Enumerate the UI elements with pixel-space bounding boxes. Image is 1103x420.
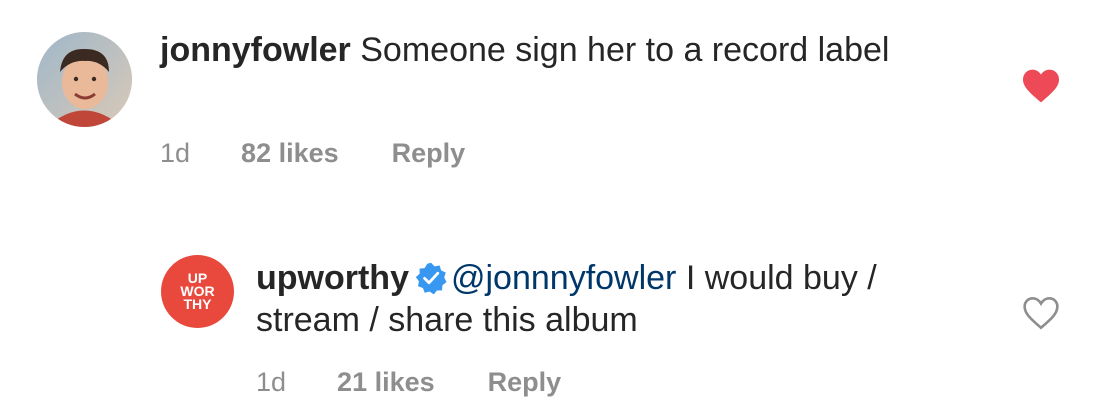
- heart-filled-icon[interactable]: [1021, 68, 1061, 104]
- comment-meta: 1d 82 likes Reply: [160, 138, 465, 169]
- likes-count[interactable]: 82 likes: [241, 138, 339, 169]
- comment-text: Someone sign her to a record label: [360, 31, 890, 69]
- username[interactable]: upworthy: [256, 259, 409, 297]
- mention-link[interactable]: @jonnnyfowler: [451, 259, 676, 297]
- reply-time: 1d: [256, 367, 287, 397]
- verified-badge-icon: [415, 262, 447, 294]
- comment-time: 1d: [160, 138, 191, 168]
- avatar-upworthy[interactable]: UP WOR THY: [161, 255, 234, 328]
- comment-body: jonnyfowler Someone sign her to a record…: [160, 29, 960, 71]
- reply-body: upworthy @jonnnyfowler I would buy / str…: [256, 257, 976, 341]
- likes-count[interactable]: 21 likes: [337, 367, 435, 398]
- upworthy-logo: UP WOR THY: [180, 270, 215, 312]
- reply-button[interactable]: Reply: [392, 138, 466, 169]
- profile-photo: [37, 32, 132, 127]
- reply-meta: 1d 21 likes Reply: [256, 367, 561, 398]
- heart-outline-icon[interactable]: [1021, 295, 1061, 331]
- reply-button[interactable]: Reply: [488, 367, 562, 398]
- avatar-jonnyfowler[interactable]: [37, 32, 132, 127]
- username[interactable]: jonnyfowler: [160, 31, 351, 69]
